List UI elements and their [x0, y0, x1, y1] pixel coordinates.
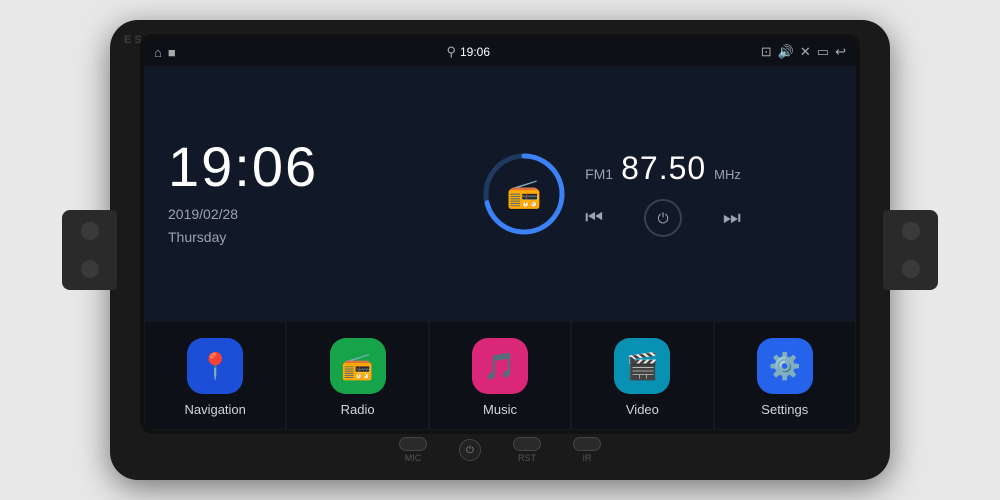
mounting-ear-left — [62, 210, 117, 290]
ir-label: IR — [583, 453, 592, 463]
video-icon-wrap: 🎬 — [614, 338, 670, 394]
app-music[interactable]: 🎵 Music — [429, 321, 571, 430]
clock-day: Thursday — [168, 226, 238, 248]
music-label: Music — [483, 402, 517, 417]
status-center: ⚲ 19:06 — [446, 44, 490, 60]
navigation-label: Navigation — [184, 402, 245, 417]
rst-label: RST — [518, 453, 536, 463]
app-settings[interactable]: ⚙️ Settings — [714, 321, 856, 430]
radio-info: FM1 87.50 MHz ⏮ ⏻ ⏭ — [585, 150, 741, 237]
app-navigation[interactable]: 📍 Navigation — [144, 321, 286, 430]
status-left: ⌂ ■ — [154, 45, 176, 60]
radio-icon-wrap: 📻 — [330, 338, 386, 394]
clock-panel: 19:06 2019/02/28 Thursday — [144, 66, 364, 321]
music-icon: 🎵 — [484, 351, 516, 382]
window-icon[interactable]: ▭ — [817, 44, 829, 60]
video-icon: 🎬 — [626, 351, 658, 382]
radio-unit: MHz — [714, 167, 741, 182]
radio-widget: 📻 FM1 87.50 MHz ⏮ ⏻ — [479, 149, 741, 239]
app-radio[interactable]: 📻 Radio — [286, 321, 428, 430]
navigation-icon-wrap: 📍 — [187, 338, 243, 394]
close-icon[interactable]: ✕ — [800, 44, 811, 60]
app-video[interactable]: 🎬 Video — [571, 321, 713, 430]
rst-button[interactable] — [513, 437, 541, 451]
bottom-bar: MIC ⏻ RST IR — [399, 434, 601, 466]
mic-item: MIC — [399, 437, 427, 463]
radio-circle[interactable]: 📻 — [479, 149, 569, 239]
radio-icon: 📻 — [507, 177, 542, 210]
main-content: 19:06 2019/02/28 Thursday — [144, 66, 856, 321]
ir-button[interactable] — [573, 437, 601, 451]
mic-label: MIC — [405, 453, 422, 463]
power-icon: ⏻ — [657, 210, 668, 227]
rst-item: RST — [513, 437, 541, 463]
settings-icon: ⚙️ — [769, 351, 801, 382]
radio-band: FM1 — [585, 166, 613, 182]
clock-time: 19:06 — [168, 139, 318, 195]
status-bar: ⌂ ■ ⚲ 19:06 ⊡ 🔊 ✕ ▭ ↩ — [144, 38, 856, 66]
app-grid-section: 📍 Navigation 📻 Radio 🎵 — [144, 321, 856, 430]
mounting-ear-right — [883, 210, 938, 290]
camera-icon[interactable]: ⊡ — [761, 44, 772, 60]
navigation-icon: 📍 — [199, 351, 231, 382]
next-track-button[interactable]: ⏭ — [723, 207, 741, 230]
radio-label: Radio — [341, 402, 375, 417]
radio-frequency: 87.50 — [621, 150, 706, 187]
music-icon-wrap: 🎵 — [472, 338, 528, 394]
settings-label: Settings — [761, 402, 808, 417]
app-grid: 📍 Navigation 📻 Radio 🎵 — [144, 321, 856, 430]
screen-bezel: ⌂ ■ ⚲ 19:06 ⊡ 🔊 ✕ ▭ ↩ 19 — [140, 34, 860, 434]
back-icon[interactable]: ↩ — [835, 44, 846, 60]
clock-date: 2019/02/28 Thursday — [168, 203, 238, 248]
app-icon: ■ — [168, 45, 176, 60]
prev-track-button[interactable]: ⏮ — [585, 207, 603, 230]
status-time: 19:06 — [460, 45, 490, 59]
power-item: ⏻ — [459, 439, 481, 461]
volume-icon[interactable]: 🔊 — [778, 44, 794, 60]
mic-button[interactable] — [399, 437, 427, 451]
settings-icon-wrap: ⚙️ — [757, 338, 813, 394]
ir-item: IR — [573, 437, 601, 463]
clock-date-value: 2019/02/28 — [168, 203, 238, 225]
radio-app-icon: 📻 — [341, 351, 373, 382]
screen: ⌂ ■ ⚲ 19:06 ⊡ 🔊 ✕ ▭ ↩ 19 — [144, 38, 856, 430]
power-circle-icon: ⏻ — [466, 445, 474, 456]
home-icon[interactable]: ⌂ — [154, 45, 162, 60]
location-icon: ⚲ — [446, 44, 456, 60]
car-head-unit: ESEDE ⌂ ■ ⚲ 19:06 ⊡ 🔊 ✕ ▭ ↩ — [110, 20, 890, 480]
video-label: Video — [626, 402, 659, 417]
physical-power-button[interactable]: ⏻ — [459, 439, 481, 461]
power-button[interactable]: ⏻ — [644, 199, 682, 237]
radio-panel: 📻 FM1 87.50 MHz ⏮ ⏻ — [364, 66, 856, 321]
status-right: ⊡ 🔊 ✕ ▭ ↩ — [761, 44, 846, 60]
